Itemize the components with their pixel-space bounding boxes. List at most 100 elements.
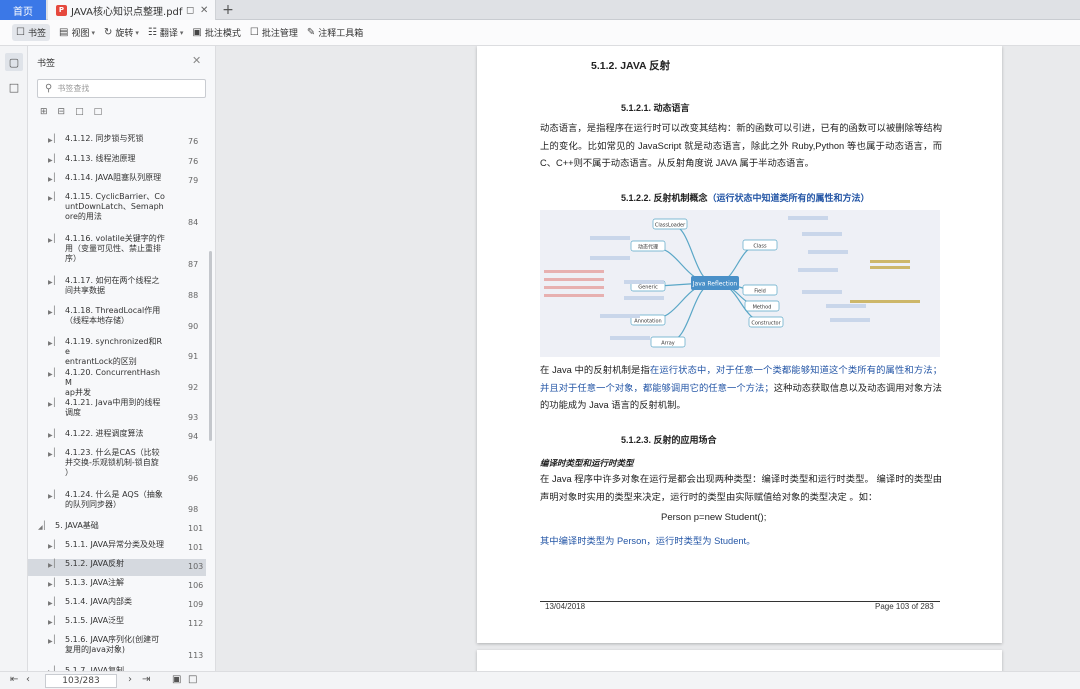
panel-scrollbar[interactable] xyxy=(209,251,212,441)
bookmark-icon: ▏ xyxy=(54,398,61,407)
chevron-right-icon[interactable]: ▶ xyxy=(48,400,53,410)
chevron-right-icon[interactable]: ▶ xyxy=(48,236,53,246)
chevron-right-icon[interactable]: ▶ xyxy=(48,542,53,552)
mindmap-link xyxy=(669,223,716,284)
bookmark-item-page: 91 xyxy=(188,352,199,361)
paragraph-1: 动态语言，是指程序在运行时可以改变其结构：新的函数可以引进，已有的函数可以被删除… xyxy=(540,123,942,168)
page-number-input[interactable]: 103/283 xyxy=(45,674,117,688)
bookmark-icon: ▏ xyxy=(54,234,61,243)
translate-icon: ☷ xyxy=(147,27,157,38)
bookmark-item[interactable]: ▶ ▏ 4.1.24. 什么是 AQS（抽象 的队列同步器） 98 xyxy=(28,490,206,519)
bookmark-item[interactable]: ▶ ▏ 4.1.13. 线程池原理 76 xyxy=(28,154,206,171)
bookmark-item-selected[interactable]: ▶ ▏ 5.1.2. JAVA反射 103 xyxy=(28,559,206,576)
chevron-right-icon[interactable]: ▶ xyxy=(48,156,53,166)
toolbar-bookmark-label: 书签 xyxy=(27,29,46,39)
bookmark-item[interactable]: ▶ ▏ 4.1.18. ThreadLocal作用 （线程本地存储） 90 xyxy=(28,306,206,336)
bookmark-item[interactable]: ▶ ▏ 4.1.20. ConcurrentHashM ap并发 92 xyxy=(28,368,206,397)
last-page-icon[interactable]: ⇥ xyxy=(142,674,150,685)
chevron-right-icon[interactable]: ▶ xyxy=(48,580,53,590)
bookmark-item[interactable]: ▶ ▏ 4.1.15. CyclicBarrier、Co untDownLatch、… xyxy=(28,192,206,232)
subsection-heading-2-note: （运行状态中知道类所有的属性和方法） xyxy=(707,193,870,203)
mindmap-detail-line xyxy=(802,290,842,294)
page-indicator: 103/283 xyxy=(62,676,100,686)
paragraph-2-lead: 在 Java 中的反射机制是指 xyxy=(540,365,650,375)
remove-bookmark-icon[interactable]: □ xyxy=(94,107,103,117)
new-tab-button[interactable]: + xyxy=(221,0,235,20)
pin-icon[interactable]: ◻ xyxy=(186,5,194,16)
bookmark-item-page: 94 xyxy=(188,432,199,441)
bookmark-icon: ▏ xyxy=(54,635,61,644)
bookmark-item[interactable]: ◢ ▏ 5. JAVA基础 101 xyxy=(28,521,206,538)
bookmark-item[interactable]: ▶ ▏ 4.1.19. synchronized和Re entrantLock的区别… xyxy=(28,337,206,366)
subsection-heading-3: 5.1.2.3. 反射的应用场合 xyxy=(621,435,717,445)
toolbar-view-button[interactable]: ▤ 视图 ▾ xyxy=(59,26,95,39)
bookmark-item[interactable]: ▶ ▏ 4.1.17. 如何在两个线程之 间共享数据 88 xyxy=(28,276,206,305)
bookmark-search-input[interactable]: ⚲ 书签查找 xyxy=(37,79,206,98)
bookmark-item-page: 92 xyxy=(188,383,199,392)
bookmark-item[interactable]: ▶ ▏ 4.1.23. 什么是CAS（比较 并交换-乐观锁机制-锁自旋 ） 96 xyxy=(28,448,206,488)
bookmark-panel-icon[interactable]: ▢ xyxy=(5,53,23,71)
bookmark-icon: ▏ xyxy=(54,578,61,587)
bookmark-item[interactable]: ▶ ▏ 4.1.14. JAVA阻塞队列原理 79 xyxy=(28,173,206,190)
toolbar-annotation-manage-button[interactable]: ☐ 批注管理 xyxy=(250,26,298,39)
chevron-right-icon[interactable]: ▶ xyxy=(48,450,53,460)
mindmap-detail-line xyxy=(788,216,828,220)
bookmark-item-label: 4.1.16. volatile关键字的作 用（变量可见性、禁止重排 序） xyxy=(65,234,165,263)
toolbar-annotation-tools-button[interactable]: ✎ 注释工具箱 xyxy=(307,26,363,39)
chevron-right-icon[interactable]: ▶ xyxy=(48,561,53,571)
chevron-right-icon[interactable]: ▶ xyxy=(48,370,53,380)
chevron-right-icon[interactable]: ▶ xyxy=(48,637,53,647)
fit-page-icon[interactable]: ▣ xyxy=(172,674,181,685)
bookmark-item-page: 113 xyxy=(188,651,204,660)
tab-home[interactable]: 首页 xyxy=(0,0,46,20)
next-page-icon[interactable]: › xyxy=(128,674,132,685)
tab-document[interactable]: P JAVA核心知识点整理.pdf ◻ ✕ xyxy=(48,0,216,20)
first-page-icon[interactable]: ⇤ xyxy=(10,674,18,685)
chevron-right-icon[interactable]: ▶ xyxy=(48,431,53,441)
comment-panel-icon[interactable]: □ xyxy=(5,78,23,96)
subsection-heading-2-text: 5.1.2.2. 反射机制概念 xyxy=(621,193,708,203)
prev-page-icon[interactable]: ‹ xyxy=(26,674,30,685)
chevron-right-icon[interactable]: ▶ xyxy=(48,339,53,349)
chevron-right-icon[interactable]: ▶ xyxy=(48,278,53,288)
bookmark-item[interactable]: ▶ ▏ 4.1.21. Java中用到的线程 调度 93 xyxy=(28,398,206,427)
collapse-all-icon[interactable]: ⊟ xyxy=(58,107,66,117)
chevron-right-icon[interactable]: ▶ xyxy=(48,492,53,502)
bookmark-item[interactable]: ▶ ▏ 5.1.4. JAVA内部类 109 xyxy=(28,597,206,614)
chevron-right-icon[interactable]: ▶ xyxy=(48,308,53,318)
toolbar-annotate-mode-button[interactable]: ▣ 批注模式 xyxy=(192,26,240,39)
toolbar-annotation-tools-label: 注释工具箱 xyxy=(318,29,364,39)
bookmark-item[interactable]: ▶ ▏ 4.1.22. 进程调度算法 94 xyxy=(28,429,206,446)
chevron-right-icon[interactable]: ▶ xyxy=(48,599,53,609)
close-icon[interactable]: ✕ xyxy=(192,54,201,67)
bookmark-item-page: 101 xyxy=(188,543,204,552)
chevron-right-icon[interactable]: ▶ xyxy=(48,136,53,146)
chevron-right-icon[interactable]: ▶ xyxy=(48,175,53,185)
search-icon: ⚲ xyxy=(45,83,53,94)
toolbar-bookmark-button[interactable]: ☐ 书签 xyxy=(12,24,50,41)
close-icon[interactable]: ✕ xyxy=(200,5,208,16)
chevron-right-icon[interactable]: ▶ xyxy=(48,618,53,628)
bookmark-icon: ▏ xyxy=(54,154,61,163)
bookmark-item[interactable]: ▶ ▏ 4.1.12. 同步锁与死锁 76 xyxy=(28,134,206,151)
bookmark-item[interactable]: ▶ ▏ 4.1.16. volatile关键字的作 用（变量可见性、禁止重排 序） 8… xyxy=(28,234,206,274)
bookmark-item[interactable]: ▶ ▏ 5.1.5. JAVA泛型 112 xyxy=(28,616,206,633)
toolbar-translate-button[interactable]: ☷ 翻译 ▾ xyxy=(148,26,184,39)
bookmark-item-label: 4.1.22. 进程调度算法 xyxy=(65,429,144,438)
chevron-right-icon[interactable]: ▶ xyxy=(48,194,53,204)
bookmark-item[interactable]: ▶ ▏ 5.1.3. JAVA注解 106 xyxy=(28,578,206,595)
bookmark-item[interactable]: ▶ ▏ 5.1.6. JAVA序列化(创建可 复用的Java对象) 113 xyxy=(28,635,206,665)
add-bookmark-icon[interactable]: □ xyxy=(75,107,84,117)
fit-width-icon[interactable]: □ xyxy=(188,674,197,685)
mindmap-node-label: Constructor xyxy=(751,321,781,327)
bookmark-icon: ▏ xyxy=(54,490,61,499)
toolbar-rotate-button[interactable]: ↻ 旋转 ▾ xyxy=(104,26,139,39)
chevron-down-icon[interactable]: ◢ xyxy=(38,523,43,533)
mindmap-note-line xyxy=(544,294,604,297)
pdf-page: 5.1.2. JAVA 反射 5.1.2.1. 动态语言 动态语言，是指程序在运… xyxy=(477,46,1002,643)
bookmark-item-label: 4.1.12. 同步锁与死锁 xyxy=(65,134,144,143)
bookmark-item-label: 4.1.19. synchronized和Re entrantLock的区别 xyxy=(65,337,163,366)
bookmark-item[interactable]: ▶ ▏ 5.1.1. JAVA异常分类及处理 101 xyxy=(28,540,206,557)
expand-all-icon[interactable]: ⊞ xyxy=(40,107,48,117)
mindmap-detail-line xyxy=(808,250,848,254)
